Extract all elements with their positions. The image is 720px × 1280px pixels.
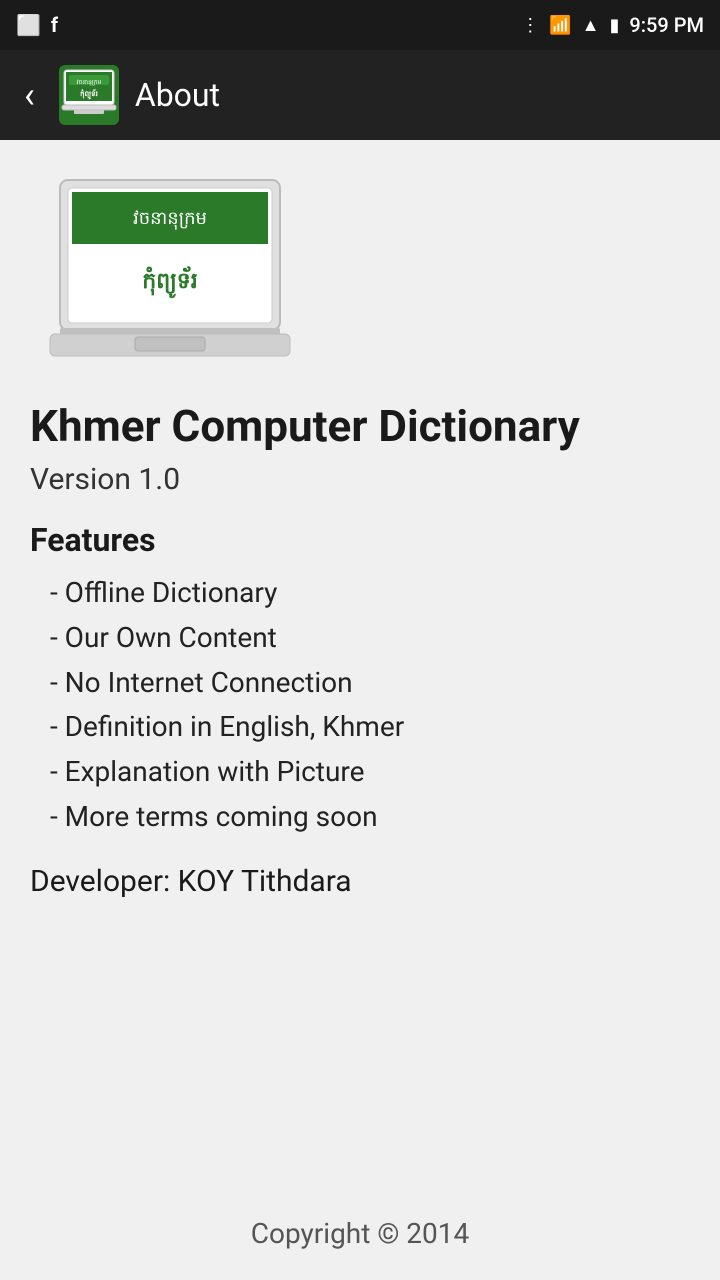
- version-text: Version 1.0: [30, 462, 690, 497]
- facebook-icon: f: [51, 13, 58, 37]
- feature-item-6: - More terms coming soon: [50, 795, 690, 840]
- bluetooth-icon: ⋮: [521, 15, 539, 36]
- logo-container: វចនានុក្រម កុំព្យូទ័រ: [40, 170, 690, 370]
- status-time: 9:59 PM: [629, 13, 704, 37]
- app-title: Khmer Computer Dictionary: [30, 400, 690, 452]
- status-bar: ⬜ f ⋮ 📶 ▲ ▮ 9:59 PM: [0, 0, 720, 50]
- svg-text:វចនានុក្រម: វចនានុក្រម: [76, 79, 101, 86]
- app-logo: វចនានុក្រម កុំព្យូទ័រ: [40, 170, 300, 370]
- app-icon: វចនានុក្រម កុំព្យូទ័រ: [59, 65, 119, 125]
- status-bar-left: ⬜ f: [16, 13, 58, 37]
- feature-item-5: - Explanation with Picture: [50, 750, 690, 795]
- toolbar-title: About: [135, 76, 220, 114]
- wifi-icon: 📶: [549, 15, 571, 36]
- toolbar: ‹ វចនានុក្រម កុំព្យូទ័រ About: [0, 50, 720, 140]
- back-button[interactable]: ‹: [16, 66, 43, 124]
- developer-text: Developer: KOY Tithdara: [30, 864, 690, 899]
- battery-icon: ▮: [609, 15, 619, 36]
- footer: Copyright © 2014: [0, 1187, 720, 1280]
- feature-item-4: - Definition in English, Khmer: [50, 705, 690, 750]
- feature-item-1: - Offline Dictionary: [50, 571, 690, 616]
- signal-icon: ▲: [582, 15, 600, 36]
- copyright-text: Copyright © 2014: [251, 1217, 469, 1250]
- features-list: - Offline Dictionary - Our Own Content -…: [50, 571, 690, 840]
- features-title: Features: [30, 521, 690, 559]
- svg-text:វចនានុក្រម: វចនានុក្រម: [133, 208, 207, 230]
- screenshot-icon: ⬜: [16, 13, 41, 37]
- back-icon: ‹: [24, 74, 35, 116]
- feature-item-3: - No Internet Connection: [50, 661, 690, 706]
- feature-item-2: - Our Own Content: [50, 616, 690, 661]
- main-content: វចនានុក្រម កុំព្យូទ័រ Khmer Computer Dic…: [0, 140, 720, 1187]
- status-bar-right: ⋮ 📶 ▲ ▮ 9:59 PM: [521, 13, 704, 37]
